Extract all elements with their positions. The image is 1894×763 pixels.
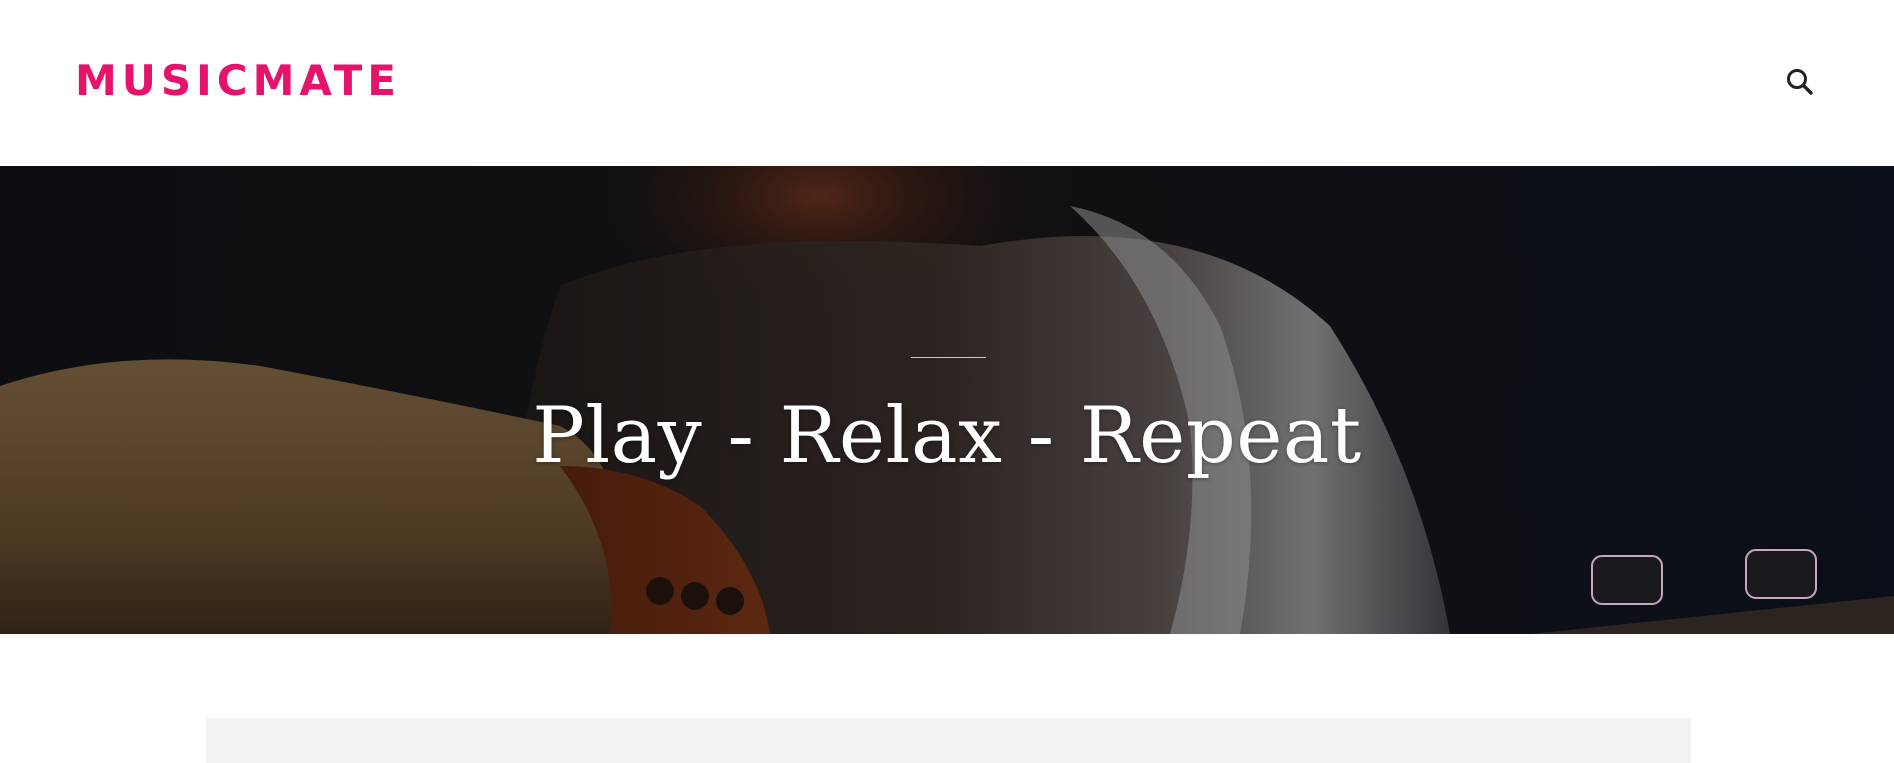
hero-banner: Play - Relax - Repeat: [0, 166, 1894, 634]
search-button[interactable]: [1784, 66, 1816, 98]
content-panel: [206, 718, 1691, 763]
site-header: MUSICMATE: [0, 0, 1894, 166]
site-logo-link[interactable]: MUSICMATE: [75, 55, 401, 107]
search-icon: [1787, 69, 1813, 95]
hero-divider-line: [911, 357, 986, 358]
hero-title: Play - Relax - Repeat: [532, 391, 1362, 481]
